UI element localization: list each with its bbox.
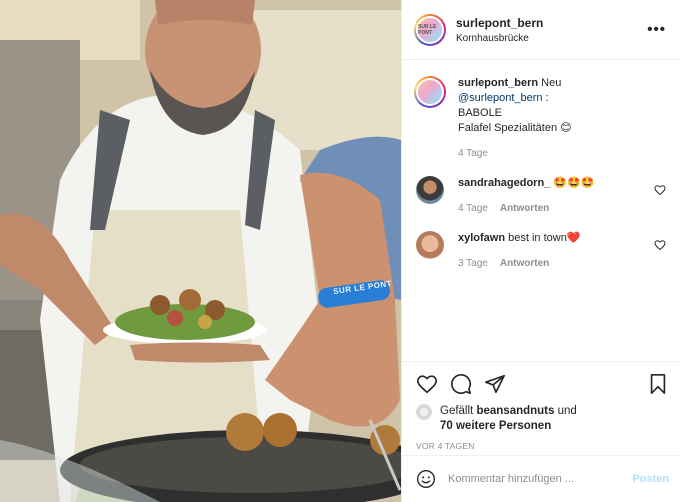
comment-username[interactable]: xylofawn [458,232,505,244]
more-horizontal-icon[interactable]: ••• [647,21,666,38]
avatar-logo: SUR LE PONT [418,17,442,42]
post-timestamp[interactable]: VOR 4 TAGEN [416,441,669,451]
reply-button[interactable]: Antworten [500,201,549,216]
instagram-post: SUR LE PONT SUR LE PONT surlepont_bern K… [0,0,680,502]
comment-text: 🤩🤩🤩 [553,177,595,189]
like-comment-heart-icon[interactable] [654,184,666,196]
header-location[interactable]: Kornhausbrücke [456,33,647,44]
comment-time[interactable]: 3 Tage [458,256,488,271]
heart-icon[interactable] [416,373,438,395]
comment-text: best in town❤️ [508,232,581,244]
comment-username[interactable]: sandrahagedorn_ [458,177,550,189]
likes-user[interactable]: beansandnuts [476,405,554,417]
post-header: SUR LE PONT surlepont_bern Kornhausbrück… [402,0,680,60]
bookmark-icon[interactable] [647,373,669,395]
caption-text-suffix: : [545,92,549,104]
post-comment-button[interactable]: Posten [632,473,669,485]
emoji-icon[interactable] [416,469,436,489]
liker-avatar[interactable] [416,404,432,420]
header-username[interactable]: surlepont_bern [456,16,647,30]
like-comment-heart-icon[interactable] [654,239,666,251]
caption-line3: Falafel Spezialitäten 😊 [458,122,572,134]
add-comment-bar: Posten [402,455,680,502]
comments-list: surlepont_bern Neu @surlepont_bern : BAB… [402,60,680,362]
commenter-avatar[interactable] [416,176,444,204]
photo-illustration [0,0,401,502]
likes-prefix: Gefällt [440,405,474,417]
caption-mention[interactable]: @surlepont_bern [458,92,543,104]
caption-username[interactable]: surlepont_bern [458,77,538,89]
post-side-panel: SUR LE PONT surlepont_bern Kornhausbrück… [401,0,680,502]
comment-time[interactable]: 4 Tage [458,201,488,216]
caption: surlepont_bern Neu @surlepont_bern : BAB… [414,76,666,161]
post-photo[interactable]: SUR LE PONT [0,0,401,502]
caption-avatar[interactable] [414,76,446,108]
action-bar: Gefällt beansandnuts und 70 weitere Pers… [402,361,680,451]
likes-others[interactable]: 70 weitere Personen [440,420,551,432]
reply-button[interactable]: Antworten [500,256,549,271]
caption-time[interactable]: 4 Tage [458,146,488,161]
comment-icon[interactable] [450,373,472,395]
comment-item: xylofawn best in town❤️ 3 Tage Antworten [414,231,666,271]
profile-avatar[interactable]: SUR LE PONT [414,13,446,46]
likes-summary: Gefällt beansandnuts und 70 weitere Pers… [416,404,669,434]
comment-input[interactable] [448,473,633,485]
caption-line2: BABOLE [458,107,503,119]
comment-item: sandrahagedorn_ 🤩🤩🤩 4 Tage Antworten [414,176,666,216]
commenter-avatar[interactable] [416,231,444,259]
likes-middle: und [557,405,577,417]
share-icon[interactable] [484,373,506,395]
caption-text-prefix: Neu [541,77,562,89]
